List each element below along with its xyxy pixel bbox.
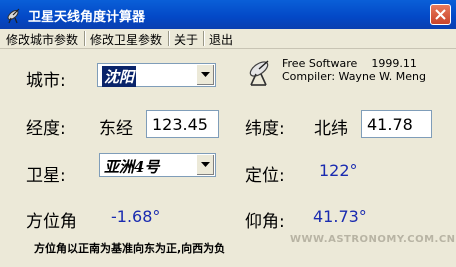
close-button[interactable] <box>430 4 451 25</box>
free-software-label: Free Software <box>282 57 358 70</box>
azimuth-label: 方位角 <box>26 212 77 232</box>
longitude-label: 经度: <box>26 119 66 139</box>
longitude-input[interactable] <box>146 110 219 138</box>
footer-note: 方位角以正南为基准向东为正,向西为负 <box>34 242 226 255</box>
city-select[interactable]: 沈阳 <box>97 63 216 87</box>
menu-separator <box>203 31 205 46</box>
satellite-dish-icon <box>249 60 269 86</box>
satellite-select[interactable]: 亚洲4号 <box>99 153 216 177</box>
info-line-1: Free Software 1999.11 <box>282 57 417 70</box>
title-bar[interactable]: 卫星天线角度计算器 <box>0 0 456 29</box>
elevation-value: 41.73° <box>313 207 367 226</box>
satellite-dish-icon <box>7 8 20 24</box>
city-dropdown-button[interactable] <box>196 65 214 85</box>
watermark: WWW.ASTRONOMY.COM.CN <box>290 234 456 245</box>
position-value: 122° <box>319 161 358 180</box>
elevation-label: 仰角: <box>245 212 285 232</box>
city-label: 城市: <box>26 71 66 91</box>
position-label: 定位: <box>245 166 285 186</box>
menu-exit[interactable]: 退出 <box>206 30 236 49</box>
chevron-down-icon <box>201 72 210 77</box>
menu-separator <box>84 31 86 46</box>
chevron-down-icon <box>201 162 210 167</box>
version-label: 1999.11 <box>371 57 417 70</box>
app-window: 卫星天线角度计算器 修改城市参数 修改卫星参数 关于 退出 城市: 沈阳 Fre… <box>0 0 456 267</box>
satellite-dropdown-button[interactable] <box>196 155 214 175</box>
menu-separator <box>168 31 170 46</box>
menu-bar: 修改城市参数 修改卫星参数 关于 退出 <box>0 29 456 49</box>
latitude-label: 纬度: <box>245 119 285 139</box>
close-icon <box>435 9 446 20</box>
main-panel: 城市: 沈阳 Free Software 1999.11 Compiler: W… <box>0 49 456 267</box>
menu-edit-satellite[interactable]: 修改卫星参数 <box>87 30 165 49</box>
city-select-value: 沈阳 <box>102 66 137 87</box>
menu-edit-city[interactable]: 修改城市参数 <box>3 30 81 49</box>
window-title: 卫星天线角度计算器 <box>28 10 146 25</box>
latitude-direction: 北纬 <box>314 119 348 139</box>
satellite-label: 卫星: <box>26 166 66 186</box>
info-line-2: Compiler: Wayne W. Meng <box>282 70 426 83</box>
satellite-select-value: 亚洲4号 <box>104 158 160 176</box>
azimuth-value: -1.68° <box>111 207 161 226</box>
longitude-direction: 东经 <box>99 119 133 139</box>
latitude-input[interactable] <box>361 110 432 138</box>
menu-about[interactable]: 关于 <box>171 30 201 49</box>
